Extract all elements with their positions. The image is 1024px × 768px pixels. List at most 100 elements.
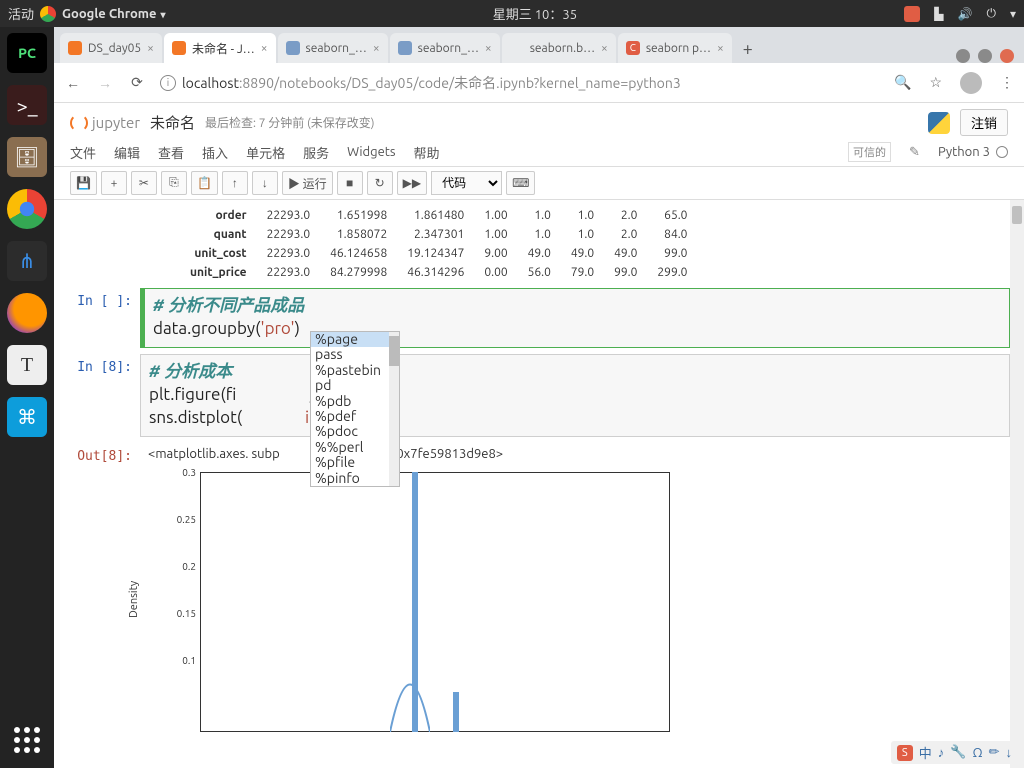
autocomplete-scrollbar[interactable] xyxy=(389,332,399,486)
move-up-button[interactable]: ↑ xyxy=(222,171,248,195)
indicator-area[interactable]: ▙ 🔊 ⏻ ▾ xyxy=(904,6,1016,22)
dock-chrome-icon[interactable] xyxy=(7,189,47,229)
tab-close-icon[interactable]: × xyxy=(601,42,608,55)
window-maximize-icon[interactable] xyxy=(978,49,992,63)
tab-0[interactable]: DS_day05× xyxy=(60,33,162,63)
copy-button[interactable]: ⎘ xyxy=(161,171,187,195)
restart-button[interactable]: ↻ xyxy=(367,171,393,195)
notebook-title[interactable]: 未命名 xyxy=(150,112,195,133)
jupyter-logo[interactable]: jupyter xyxy=(70,114,140,132)
autocomplete-item[interactable]: %pfile xyxy=(311,455,389,470)
ime-lang[interactable]: 中 xyxy=(919,743,932,762)
autocomplete-item[interactable]: %page xyxy=(311,332,389,347)
sogou-icon[interactable]: S xyxy=(897,745,913,761)
dock-text-icon[interactable]: T xyxy=(7,345,47,385)
search-icon[interactable]: 🔍 xyxy=(894,74,911,91)
power-icon[interactable]: ⏻ xyxy=(986,7,996,21)
window-minimize-icon[interactable] xyxy=(956,49,970,63)
scrollbar-thumb[interactable] xyxy=(1012,206,1022,224)
paste-button[interactable]: 📋 xyxy=(191,171,218,195)
nav-back-icon[interactable]: ← xyxy=(64,75,82,91)
autocomplete-item[interactable]: pd xyxy=(311,378,389,393)
code-editor[interactable]: # 分析不同产品成品 data.groupby('pro') %page pas… xyxy=(140,288,1010,348)
dock-show-apps-icon[interactable] xyxy=(7,720,47,760)
edit-mode-icon[interactable]: ✎ xyxy=(909,145,920,160)
ime-indicator-icon[interactable] xyxy=(904,6,920,22)
dock-pycharm-icon[interactable]: PC xyxy=(7,33,47,73)
browser-menu-icon[interactable]: ⋮ xyxy=(1000,74,1014,91)
dock-files-icon[interactable]: 🗄 xyxy=(7,137,47,177)
ime-tool-icon[interactable]: 🔧 xyxy=(950,745,966,760)
autocomplete-item[interactable]: %pastebin xyxy=(311,363,389,378)
url-path: :8890/notebooks/DS_day05/code/未命名.ipynb?… xyxy=(239,75,681,91)
url-field[interactable]: i localhost:8890/notebooks/DS_day05/code… xyxy=(160,73,880,93)
dock-terminal-icon[interactable]: >_ xyxy=(7,85,47,125)
trusted-badge[interactable]: 可信的 xyxy=(848,142,891,162)
new-tab-button[interactable]: + xyxy=(734,35,762,63)
code-editor[interactable]: # 分析成本 plt.figure(figsize=(12,6),dpi=100… xyxy=(140,354,1010,437)
autocomplete-item[interactable]: pass xyxy=(311,347,389,362)
bookmark-star-icon[interactable]: ☆ xyxy=(929,74,942,91)
tab-close-icon[interactable]: × xyxy=(485,42,492,55)
run-button[interactable]: ▶ 运行 xyxy=(282,171,333,195)
tab-3[interactable]: seaborn_…× xyxy=(390,33,500,63)
autocomplete-item[interactable]: %%perl xyxy=(311,440,389,455)
autocomplete-item[interactable]: %pdef xyxy=(311,409,389,424)
tab-close-icon[interactable]: × xyxy=(147,42,154,55)
tab-1[interactable]: 未命名 - J…× xyxy=(164,33,276,63)
ime-tray[interactable]: S 中 ♪ 🔧 Ω ✏ ↓ xyxy=(891,741,1018,764)
volume-icon[interactable]: 🔊 xyxy=(958,7,973,21)
restart-run-all-button[interactable]: ▶▶ xyxy=(397,171,427,195)
network-icon[interactable]: ▙ xyxy=(934,7,943,21)
code-cell-editing[interactable]: In [ ]: # 分析不同产品成品 data.groupby('pro') %… xyxy=(60,288,1010,348)
tab-close-icon[interactable]: × xyxy=(373,42,380,55)
menu-kernel[interactable]: 服务 xyxy=(303,143,329,162)
cell-type-select[interactable]: 代码 xyxy=(431,171,502,195)
site-info-icon[interactable]: i xyxy=(160,75,176,91)
kernel-indicator[interactable]: Python 3 xyxy=(938,145,1008,159)
autocomplete-popup[interactable]: %page pass %pastebin pd %pdb %pdef %pdoc… xyxy=(310,331,400,487)
notebook-area[interactable]: order22293.01.6519981.8614801.001.01.02.… xyxy=(54,200,1024,768)
save-button[interactable]: 💾 xyxy=(70,171,97,195)
code-cell-8[interactable]: In [8]: # 分析成本 plt.figure(figsize=(12,6)… xyxy=(60,354,1010,437)
window-close-icon[interactable] xyxy=(1000,49,1014,63)
menu-cell[interactable]: 单元格 xyxy=(246,143,285,162)
clock[interactable]: 星期三 10：35 xyxy=(166,4,905,23)
nav-forward-icon[interactable]: → xyxy=(96,75,114,91)
insert-cell-button[interactable]: + xyxy=(101,171,127,195)
dock-vscode-icon[interactable]: ⋔ xyxy=(7,241,47,281)
tab-5[interactable]: Cseaborn p…× xyxy=(618,33,732,63)
cut-button[interactable]: ✂ xyxy=(131,171,157,195)
interrupt-button[interactable]: ■ xyxy=(337,171,363,195)
scrollbar[interactable] xyxy=(1010,200,1024,768)
command-palette-button[interactable]: ⌨ xyxy=(506,171,535,195)
menu-view[interactable]: 查看 xyxy=(158,143,184,162)
dock-app-icon[interactable]: ⌘ xyxy=(7,397,47,437)
ime-arrow-icon[interactable]: ↓ xyxy=(1006,745,1013,760)
menu-insert[interactable]: 插入 xyxy=(202,143,228,162)
menu-edit[interactable]: 编辑 xyxy=(114,143,140,162)
autocomplete-item[interactable]: %pdoc xyxy=(311,424,389,439)
autocomplete-item[interactable]: %pinfo xyxy=(311,471,389,486)
menu-help[interactable]: 帮助 xyxy=(414,143,440,162)
tab-4[interactable]: seaborn.b…× xyxy=(502,33,616,63)
system-menu-caret-icon[interactable]: ▾ xyxy=(1010,7,1016,21)
tab-close-icon[interactable]: × xyxy=(261,42,268,55)
activities-label[interactable]: 活动 xyxy=(8,4,34,23)
logout-button[interactable]: 注销 xyxy=(960,109,1008,136)
ime-omega-icon[interactable]: Ω xyxy=(972,746,982,760)
browser-window: DS_day05× 未命名 - J…× seaborn_…× seaborn_…… xyxy=(54,27,1024,768)
nav-reload-icon[interactable]: ⟳ xyxy=(128,74,146,91)
dock-firefox-icon[interactable] xyxy=(7,293,47,333)
tab-close-icon[interactable]: × xyxy=(717,42,724,55)
tab-2[interactable]: seaborn_…× xyxy=(278,33,388,63)
active-app-label[interactable]: Google Chrome xyxy=(62,7,166,21)
profile-icon[interactable] xyxy=(960,72,982,94)
ime-pen-icon[interactable]: ✏ xyxy=(989,745,1000,760)
ime-icon[interactable]: ♪ xyxy=(938,745,945,760)
menu-widgets[interactable]: Widgets xyxy=(347,145,395,159)
menu-file[interactable]: 文件 xyxy=(70,143,96,162)
move-down-button[interactable]: ↓ xyxy=(252,171,278,195)
table-row: quant22293.01.8580722.3473011.001.01.02.… xyxy=(180,225,697,244)
autocomplete-item[interactable]: %pdb xyxy=(311,394,389,409)
